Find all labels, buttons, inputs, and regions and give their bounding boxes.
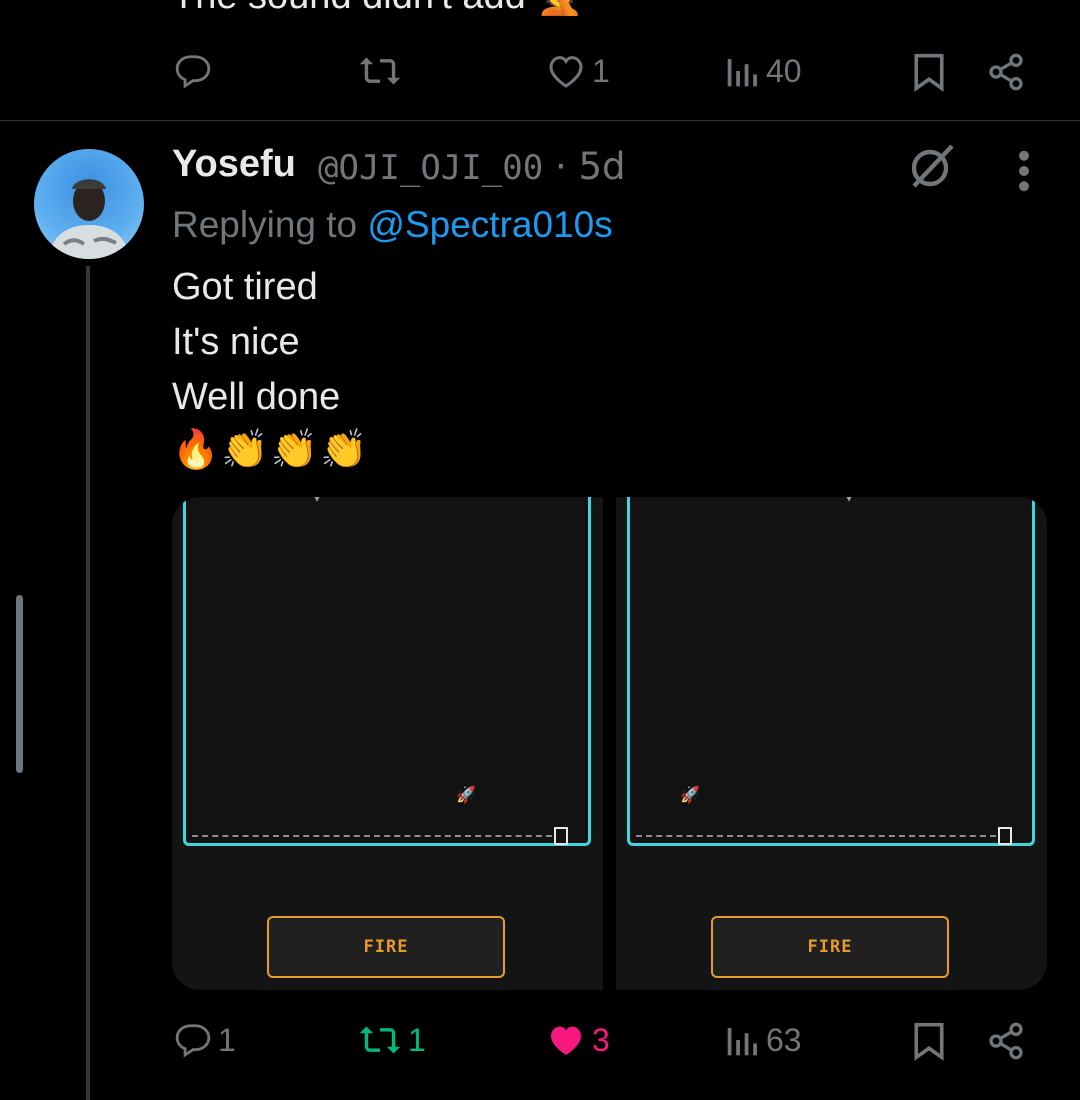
prev-retweet-button[interactable] [358,52,408,90]
share-icon [989,1022,1023,1060]
display-name[interactable]: Yosefu [172,143,296,186]
user-handle[interactable]: @OJI_OJI_00 [318,148,543,188]
replying-prefix: Replying to [172,204,368,245]
media-image-1[interactable]: ▾ 🚀 FIRE [172,497,603,990]
thread-line [86,266,90,1100]
game-area: ▾ 🚀 [183,497,591,846]
share-icon [989,53,1023,91]
reply-button[interactable]: 1 [174,1021,236,1059]
tweet-line-2: It's nice [172,321,300,363]
handle-and-time: @OJI_OJI_00 · 5d [318,145,626,188]
prev-reply-button[interactable] [174,52,218,90]
views-count: 63 [766,1021,802,1058]
avatar[interactable] [34,149,144,259]
views-icon [727,59,757,87]
bookmark-icon [914,1022,944,1061]
reply-icon [175,55,211,89]
prev-views-count: 40 [766,52,802,89]
tweet-emojis: 🔥👏👏👏 [172,429,370,471]
game-area: ▾ 🚀 [627,497,1035,846]
share-button[interactable] [986,1021,1026,1066]
prev-bookmark-button[interactable] [912,52,946,97]
views-icon [727,1028,757,1056]
tweet-line-1: Got tired [172,266,318,308]
views-button[interactable]: 63 [726,1021,802,1059]
retweet-icon [359,57,401,85]
fire-button[interactable]: FIRE [267,916,505,978]
replying-to: Replying to @Spectra010s [172,204,613,246]
reply-count: 1 [218,1021,236,1058]
like-button[interactable]: 3 [546,1021,610,1059]
prev-like-button[interactable]: 1 [546,52,610,90]
tweet-divider [0,120,1080,121]
media-grid: ▾ 🚀 FIRE ▾ 🚀 FIRE [172,497,1047,990]
player-cannon [998,827,1012,845]
heart-icon [551,1026,581,1055]
separator-dot: · [554,145,567,188]
bookmark-button[interactable] [912,1021,946,1066]
reply-icon [175,1024,211,1058]
prev-views-button[interactable]: 40 [726,52,802,90]
ship-tip: ▾ [846,497,853,505]
bookmark-icon [914,53,944,92]
mention-link[interactable]: @Spectra010s [367,204,612,245]
media-image-2[interactable]: ▾ 🚀 FIRE [616,497,1047,990]
retweet-icon [359,1026,401,1054]
previous-tweet-text: The sound didn't add 🤦 [172,0,584,18]
scrollbar[interactable] [16,595,23,773]
heart-icon [549,56,583,88]
prev-share-button[interactable] [986,52,1026,97]
rocket-icon: 🚀 [680,787,700,804]
tweet-line-3: Well done [172,376,341,418]
more-icon [1019,150,1029,192]
ship-tip: ▾ [314,497,321,505]
fire-button[interactable]: FIRE [711,916,949,978]
like-count: 3 [592,1021,610,1058]
retweet-count: 1 [408,1021,426,1058]
player-cannon [554,827,568,845]
ground-line [636,835,996,837]
prev-like-count: 1 [592,52,610,89]
timestamp[interactable]: 5d [578,145,625,188]
grok-button[interactable] [906,140,958,197]
more-button[interactable] [1016,150,1032,197]
retweet-button[interactable]: 1 [358,1021,426,1059]
ground-line [192,835,552,837]
grok-icon [911,144,954,188]
rocket-icon: 🚀 [456,787,476,804]
